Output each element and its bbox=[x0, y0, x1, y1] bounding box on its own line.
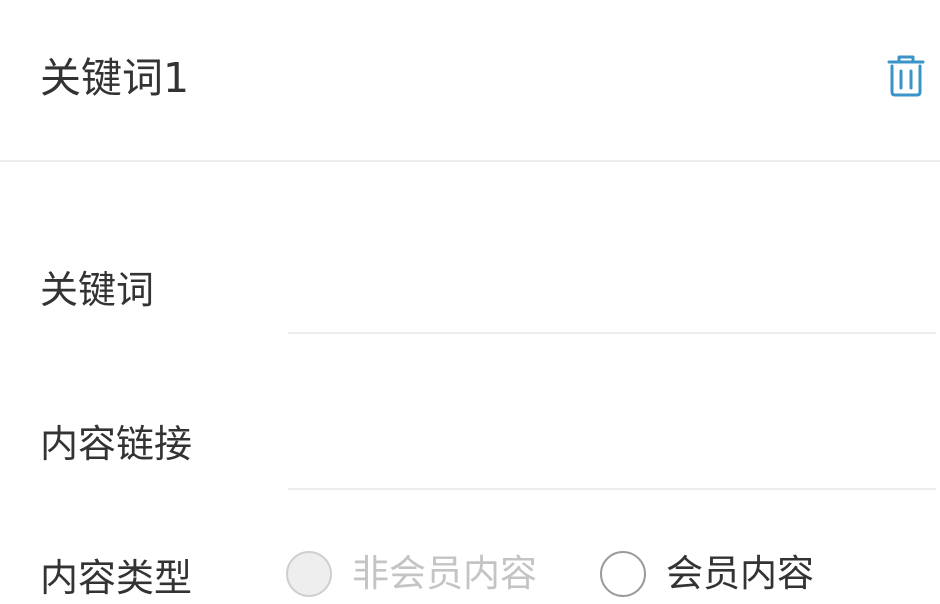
trash-icon bbox=[884, 52, 928, 98]
radio-circle bbox=[600, 551, 646, 597]
keyword-label: 关键词 bbox=[40, 268, 155, 312]
keyword-card-header: 关键词1 bbox=[0, 0, 940, 162]
content-link-input[interactable] bbox=[288, 420, 936, 490]
radio-label: 会员内容 bbox=[666, 552, 814, 595]
keyword-input[interactable] bbox=[288, 264, 936, 334]
delete-keyword-button[interactable] bbox=[884, 52, 928, 98]
radio-label: 非会员内容 bbox=[352, 552, 537, 595]
keyword-card-title: 关键词1 bbox=[40, 54, 190, 102]
radio-circle bbox=[286, 551, 332, 597]
content-type-label: 内容类型 bbox=[40, 556, 193, 600]
content-link-label: 内容链接 bbox=[40, 422, 193, 466]
